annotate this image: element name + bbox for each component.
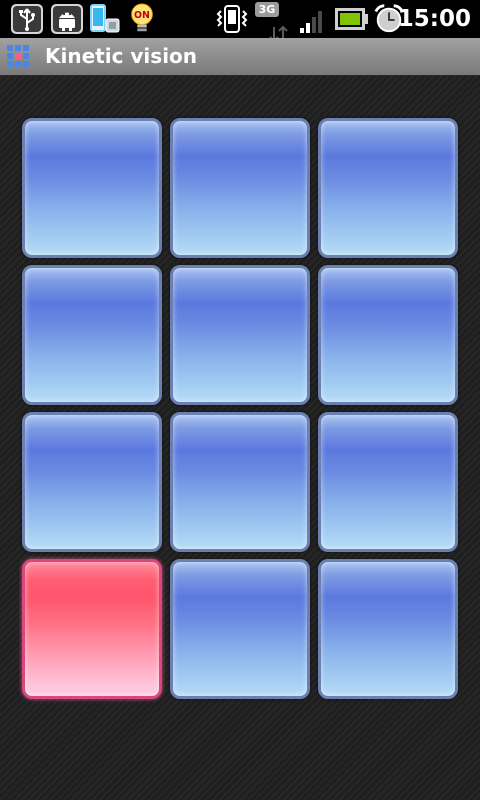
android-debug-icon [51,4,83,34]
tile-button[interactable] [318,412,458,552]
grid-app-icon [7,45,29,67]
tile-button[interactable] [170,412,310,552]
lightbulb-on-icon: ON [131,3,153,32]
tile-button[interactable] [170,118,310,258]
on-badge-label: ON [134,10,150,21]
tile-button[interactable] [22,412,162,552]
vibrate-icon [216,5,248,33]
tile-button[interactable] [318,559,458,699]
tile-button[interactable] [318,265,458,405]
network-type-badge: 3G [255,2,279,17]
tile-grid [22,118,460,699]
title-bar: Kinetic vision [0,38,480,76]
signal-icon [300,11,322,33]
tile-button[interactable] [170,265,310,405]
tile-button[interactable] [22,118,162,258]
battery-icon [335,8,368,30]
app-title: Kinetic vision [45,44,198,68]
tile-button[interactable] [170,559,310,699]
tile-button[interactable] [318,118,458,258]
tile-button-active[interactable] [22,559,162,699]
tile-button[interactable] [22,265,162,405]
status-clock: 15:00 [397,6,471,32]
usb-icon [11,4,43,34]
status-bar: ON 3G 15:00 [0,0,480,43]
phone-storage-icon [90,4,120,33]
